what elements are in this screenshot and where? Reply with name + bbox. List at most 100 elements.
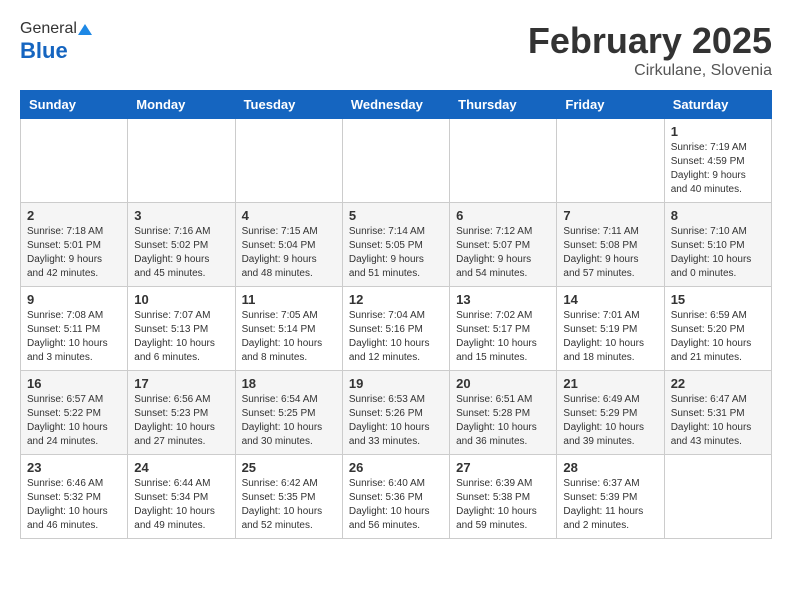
month-title: February 2025 — [528, 20, 772, 62]
day-info: Sunrise: 6:56 AM Sunset: 5:23 PM Dayligh… — [134, 393, 228, 449]
day-number: 13 — [456, 292, 550, 307]
calendar-cell: 24 Sunrise: 6:44 AM Sunset: 5:34 PM Dayli… — [128, 455, 235, 539]
day-number: 27 — [456, 460, 550, 475]
day-info: Sunrise: 7:15 AM Sunset: 5:04 PM Dayligh… — [242, 225, 336, 281]
calendar-cell: 8Sunrise: 7:10 AM Sunset: 5:10 PM Daylig… — [664, 203, 771, 287]
logo-general-text: General — [20, 20, 77, 38]
day-number: 6 — [456, 208, 550, 223]
calendar-cell: 20 Sunrise: 6:51 AM Sunset: 5:28 PM Dayli… — [450, 371, 557, 455]
calendar-cell: 13 Sunrise: 7:02 AM Sunset: 5:17 PM Dayli… — [450, 287, 557, 371]
day-info: Sunrise: 6:59 AM Sunset: 5:20 PM Dayligh… — [671, 309, 765, 365]
calendar-cell — [235, 119, 342, 203]
day-info: Sunrise: 6:53 AM Sunset: 5:26 PM Dayligh… — [349, 393, 443, 449]
day-info: Sunrise: 7:16 AM Sunset: 5:02 PM Dayligh… — [134, 225, 228, 281]
day-info: Sunrise: 7:05 AM Sunset: 5:14 PM Dayligh… — [242, 309, 336, 365]
title-area: February 2025 Cirkulane, Slovenia — [528, 20, 772, 80]
day-number: 2 — [27, 208, 121, 223]
day-info: Sunrise: 6:49 AM Sunset: 5:29 PM Dayligh… — [563, 393, 657, 449]
day-info: Sunrise: 6:39 AM Sunset: 5:38 PM Dayligh… — [456, 477, 550, 533]
weekday-header-thursday: Thursday — [450, 91, 557, 119]
day-number: 11 — [242, 292, 336, 307]
calendar-table: SundayMondayTuesdayWednesdayThursdayFrid… — [20, 90, 772, 539]
calendar-cell: 25 Sunrise: 6:42 AM Sunset: 5:35 PM Dayli… — [235, 455, 342, 539]
calendar-cell — [21, 119, 128, 203]
weekday-header-monday: Monday — [128, 91, 235, 119]
calendar-cell: 12Sunrise: 7:04 AM Sunset: 5:16 PM Dayli… — [342, 287, 449, 371]
day-info: Sunrise: 7:01 AM Sunset: 5:19 PM Dayligh… — [563, 309, 657, 365]
weekday-header-saturday: Saturday — [664, 91, 771, 119]
calendar-cell: 27 Sunrise: 6:39 AM Sunset: 5:38 PM Dayli… — [450, 455, 557, 539]
day-number: 18 — [242, 376, 336, 391]
day-number: 17 — [134, 376, 228, 391]
day-number: 15 — [671, 292, 765, 307]
calendar-cell — [450, 119, 557, 203]
day-info: Sunrise: 7:19 AM Sunset: 4:59 PM Dayligh… — [671, 141, 765, 197]
day-info: Sunrise: 7:11 AM Sunset: 5:08 PM Dayligh… — [563, 225, 657, 281]
day-info: Sunrise: 6:46 AM Sunset: 5:32 PM Dayligh… — [27, 477, 121, 533]
week-row-5: 23 Sunrise: 6:46 AM Sunset: 5:32 PM Dayli… — [21, 455, 772, 539]
day-number: 23 — [27, 460, 121, 475]
day-number: 9 — [27, 292, 121, 307]
day-info: Sunrise: 7:02 AM Sunset: 5:17 PM Dayligh… — [456, 309, 550, 365]
day-number: 1 — [671, 124, 765, 139]
week-row-2: 2 Sunrise: 7:18 AM Sunset: 5:01 PM Daylig… — [21, 203, 772, 287]
day-info: Sunrise: 6:47 AM Sunset: 5:31 PM Dayligh… — [671, 393, 765, 449]
day-info: Sunrise: 6:54 AM Sunset: 5:25 PM Dayligh… — [242, 393, 336, 449]
day-number: 24 — [134, 460, 228, 475]
week-row-4: 16 Sunrise: 6:57 AM Sunset: 5:22 PM Dayli… — [21, 371, 772, 455]
calendar-cell: 14 Sunrise: 7:01 AM Sunset: 5:19 PM Dayli… — [557, 287, 664, 371]
calendar-cell: 11 Sunrise: 7:05 AM Sunset: 5:14 PM Dayli… — [235, 287, 342, 371]
day-number: 8 — [671, 208, 765, 223]
calendar-cell: 21Sunrise: 6:49 AM Sunset: 5:29 PM Dayli… — [557, 371, 664, 455]
day-info: Sunrise: 7:12 AM Sunset: 5:07 PM Dayligh… — [456, 225, 550, 281]
day-number: 16 — [27, 376, 121, 391]
calendar-cell: 6 Sunrise: 7:12 AM Sunset: 5:07 PM Daylig… — [450, 203, 557, 287]
calendar-cell: 17 Sunrise: 6:56 AM Sunset: 5:23 PM Dayli… — [128, 371, 235, 455]
calendar-cell — [128, 119, 235, 203]
day-info: Sunrise: 7:04 AM Sunset: 5:16 PM Dayligh… — [349, 309, 443, 365]
day-info: Sunrise: 6:57 AM Sunset: 5:22 PM Dayligh… — [27, 393, 121, 449]
calendar-cell: 9 Sunrise: 7:08 AM Sunset: 5:11 PM Daylig… — [21, 287, 128, 371]
calendar-cell: 16 Sunrise: 6:57 AM Sunset: 5:22 PM Dayli… — [21, 371, 128, 455]
day-number: 5 — [349, 208, 443, 223]
day-info: Sunrise: 7:14 AM Sunset: 5:05 PM Dayligh… — [349, 225, 443, 281]
day-info: Sunrise: 6:40 AM Sunset: 5:36 PM Dayligh… — [349, 477, 443, 533]
day-number: 3 — [134, 208, 228, 223]
calendar-cell — [557, 119, 664, 203]
location-subtitle: Cirkulane, Slovenia — [528, 62, 772, 80]
day-number: 4 — [242, 208, 336, 223]
day-info: Sunrise: 7:18 AM Sunset: 5:01 PM Dayligh… — [27, 225, 121, 281]
calendar-cell: 22 Sunrise: 6:47 AM Sunset: 5:31 PM Dayli… — [664, 371, 771, 455]
calendar-cell: 5 Sunrise: 7:14 AM Sunset: 5:05 PM Daylig… — [342, 203, 449, 287]
calendar-cell: 19 Sunrise: 6:53 AM Sunset: 5:26 PM Dayli… — [342, 371, 449, 455]
page-header: General Blue February 2025 Cirkulane, Sl… — [20, 20, 772, 80]
day-number: 19 — [349, 376, 443, 391]
logo: General Blue — [20, 20, 94, 64]
day-number: 20 — [456, 376, 550, 391]
day-number: 14 — [563, 292, 657, 307]
weekday-header-friday: Friday — [557, 91, 664, 119]
day-info: Sunrise: 7:08 AM Sunset: 5:11 PM Dayligh… — [27, 309, 121, 365]
day-number: 7 — [563, 208, 657, 223]
day-info: Sunrise: 6:51 AM Sunset: 5:28 PM Dayligh… — [456, 393, 550, 449]
calendar-cell: 4 Sunrise: 7:15 AM Sunset: 5:04 PM Daylig… — [235, 203, 342, 287]
calendar-cell: 23 Sunrise: 6:46 AM Sunset: 5:32 PM Dayli… — [21, 455, 128, 539]
calendar-cell: 18 Sunrise: 6:54 AM Sunset: 5:25 PM Dayli… — [235, 371, 342, 455]
logo-blue-text: Blue — [20, 38, 68, 64]
day-number: 25 — [242, 460, 336, 475]
calendar-cell: 10Sunrise: 7:07 AM Sunset: 5:13 PM Dayli… — [128, 287, 235, 371]
day-info: Sunrise: 6:44 AM Sunset: 5:34 PM Dayligh… — [134, 477, 228, 533]
calendar-cell — [342, 119, 449, 203]
calendar-cell: 26 Sunrise: 6:40 AM Sunset: 5:36 PM Dayli… — [342, 455, 449, 539]
day-number: 26 — [349, 460, 443, 475]
calendar-cell: 15 Sunrise: 6:59 AM Sunset: 5:20 PM Dayli… — [664, 287, 771, 371]
calendar-cell: 28Sunrise: 6:37 AM Sunset: 5:39 PM Dayli… — [557, 455, 664, 539]
logo-triangle-icon — [78, 24, 92, 35]
calendar-cell: 7 Sunrise: 7:11 AM Sunset: 5:08 PM Daylig… — [557, 203, 664, 287]
day-number: 10 — [134, 292, 228, 307]
calendar-cell: 3 Sunrise: 7:16 AM Sunset: 5:02 PM Daylig… — [128, 203, 235, 287]
day-info: Sunrise: 6:37 AM Sunset: 5:39 PM Dayligh… — [563, 477, 657, 533]
weekday-header-row: SundayMondayTuesdayWednesdayThursdayFrid… — [21, 91, 772, 119]
day-info: Sunrise: 6:42 AM Sunset: 5:35 PM Dayligh… — [242, 477, 336, 533]
day-number: 22 — [671, 376, 765, 391]
